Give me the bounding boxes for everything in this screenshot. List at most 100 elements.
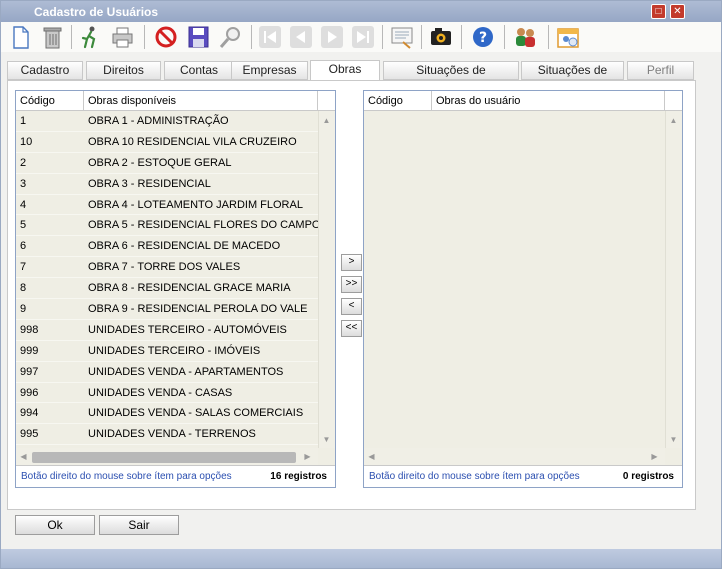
last-record-icon[interactable] xyxy=(349,24,377,50)
tab-empresas[interactable]: Empresas xyxy=(231,61,308,80)
previous-record-icon[interactable] xyxy=(287,24,315,50)
column-header-available-works[interactable]: Obras disponíveis xyxy=(84,91,318,111)
table-row[interactable]: 4 OBRA 4 - LOTEAMENTO JARDIM FLORAL xyxy=(16,195,318,216)
cell-work-name: OBRA 3 - RESIDENCIAL xyxy=(88,177,211,190)
table-row[interactable]: 998 UNIDADES TERCEIRO - AUTOMÓVEIS xyxy=(16,320,318,341)
svg-text:?: ? xyxy=(479,30,487,46)
save-icon[interactable] xyxy=(184,24,212,50)
user-works-grid: Código Obras do usuário ▲ ▼ ◀ ▶ Botão di… xyxy=(363,90,683,488)
horizontal-scrollbar[interactable]: ◀ ▶ xyxy=(364,448,665,465)
table-row[interactable]: 994 UNIDADES VENDA - SALAS COMERCIAIS xyxy=(16,403,318,425)
close-button[interactable]: ✕ xyxy=(670,4,685,19)
table-row[interactable]: 10 OBRA 10 RESIDENCIAL VILA CRUZEIRO xyxy=(16,132,318,153)
vertical-scrollbar[interactable]: ▲ ▼ xyxy=(665,111,682,448)
window-title: Cadastro de Usuários xyxy=(34,5,159,19)
cell-work-name: OBRA 9 - RESIDENCIAL PEROLA DO VALE xyxy=(88,303,308,316)
maximize-button[interactable]: □ xyxy=(651,4,666,19)
grid-header: Código Obras do usuário xyxy=(364,91,682,111)
grid-header: Código Obras disponíveis xyxy=(16,91,335,111)
calendar-user-icon[interactable] xyxy=(554,24,582,50)
scroll-right-icon[interactable]: ▶ xyxy=(300,449,315,464)
cell-work-name: UNIDADES VENDA - SALAS COMERCIAIS xyxy=(88,407,304,420)
cell-code: 996 xyxy=(20,386,39,399)
column-header-user-works[interactable]: Obras do usuário xyxy=(432,91,665,111)
run-icon[interactable] xyxy=(76,24,104,50)
cell-code: 7 xyxy=(20,261,27,274)
status-bar xyxy=(1,549,721,568)
record-count: 16 registros xyxy=(270,471,327,482)
vertical-scrollbar[interactable]: ▲ ▼ xyxy=(318,111,335,448)
trash-icon[interactable] xyxy=(38,24,66,50)
users-icon[interactable] xyxy=(511,24,539,50)
table-row[interactable]: 7 OBRA 7 - TORRE DOS VALES xyxy=(16,257,318,279)
table-row[interactable]: 2 OBRA 2 - ESTOQUE GERAL xyxy=(16,153,318,174)
horizontal-scrollbar[interactable]: ◀ ▶ xyxy=(16,448,318,465)
scrollbar-thumb[interactable] xyxy=(32,452,296,463)
cell-code: 10 xyxy=(20,135,33,148)
table-row[interactable]: 6 OBRA 6 - RESIDENCIAL DE MACEDO xyxy=(16,236,318,258)
grid-footer: Botão direito do mouse sobre ítem para o… xyxy=(16,465,335,487)
grid-footer: Botão direito do mouse sobre ítem para o… xyxy=(364,465,682,487)
table-row[interactable]: 5 OBRA 5 - RESIDENCIAL FLORES DO CAMPO xyxy=(16,215,318,237)
tab-cadastro[interactable]: Cadastro xyxy=(7,61,83,80)
tab-obras[interactable]: Obras xyxy=(310,60,380,81)
cell-work-name: UNIDADES TERCEIRO - IMÓVEIS xyxy=(88,344,261,357)
add-all-button[interactable]: >> xyxy=(341,276,362,293)
cancel-icon[interactable] xyxy=(152,24,180,50)
column-header-code[interactable]: Código xyxy=(364,91,432,111)
cell-work-name: OBRA 1 - ADMINISTRAÇÃO xyxy=(88,115,229,127)
cell-work-name: UNIDADES VENDA - APARTAMENTOS xyxy=(88,365,284,378)
new-document-icon[interactable] xyxy=(6,24,34,50)
cell-work-name: OBRA 4 - LOTEAMENTO JARDIM FLORAL xyxy=(88,198,303,211)
tab-perfil[interactable]: Perfil xyxy=(627,61,694,80)
table-row[interactable]: 9 OBRA 9 - RESIDENCIAL PEROLA DO VALE xyxy=(16,299,318,320)
cell-work-name: UNIDADES TERCEIRO - AUTOMÓVEIS xyxy=(88,323,287,336)
table-row[interactable]: 8 OBRA 8 - RESIDENCIAL GRACE MARIA xyxy=(16,278,318,300)
tab-contas[interactable]: Contas xyxy=(164,61,234,80)
add-selected-button[interactable]: > xyxy=(341,254,362,271)
cell-work-name: OBRA 8 - RESIDENCIAL GRACE MARIA xyxy=(88,282,291,295)
cell-code: 995 xyxy=(20,428,39,441)
cell-code: 999 xyxy=(20,344,39,357)
scroll-left-icon[interactable]: ◀ xyxy=(364,449,379,464)
remove-all-button[interactable]: << xyxy=(341,320,362,337)
available-works-list: 1 OBRA 1 - ADMINISTRAÇÃO 10 OBRA 10 RESIDEN… xyxy=(16,111,318,446)
tab-direitos[interactable]: Direitos xyxy=(86,61,161,80)
record-count: 0 registros xyxy=(622,471,674,482)
next-record-icon[interactable] xyxy=(318,24,346,50)
column-header-code[interactable]: Código xyxy=(16,91,84,111)
cell-work-name: OBRA 10 RESIDENCIAL VILA CRUZEIRO xyxy=(88,135,297,148)
search-icon[interactable] xyxy=(216,24,244,50)
print-icon[interactable] xyxy=(108,24,136,50)
camera-icon[interactable] xyxy=(427,24,455,50)
first-record-icon[interactable] xyxy=(256,24,284,50)
scroll-down-icon[interactable]: ▼ xyxy=(666,432,681,447)
remove-selected-button[interactable]: < xyxy=(341,298,362,315)
cell-code: 8 xyxy=(20,282,27,295)
tab-situacoes-venda[interactable]: Situações de venda xyxy=(521,61,624,94)
table-row[interactable]: 999 UNIDADES TERCEIRO - IMÓVEIS xyxy=(16,341,318,362)
scroll-up-icon[interactable]: ▲ xyxy=(319,113,334,128)
user-registration-window: Cadastro de Usuários □ ✕ ? Cadastro Dire… xyxy=(0,0,722,569)
help-icon[interactable]: ? xyxy=(469,24,497,50)
table-row[interactable]: 997 UNIDADES VENDA - APARTAMENTOS xyxy=(16,362,318,383)
cell-work-name: OBRA 2 - ESTOQUE GERAL xyxy=(88,156,232,169)
table-row[interactable]: 995 UNIDADES VENDA - TERRENOS xyxy=(16,424,318,446)
table-row[interactable]: 996 UNIDADES VENDA - CASAS xyxy=(16,383,318,404)
scroll-left-icon[interactable]: ◀ xyxy=(16,449,31,464)
grid-hint: Botão direito do mouse sobre ítem para o… xyxy=(369,471,580,482)
title-bar[interactable]: Cadastro de Usuários □ ✕ xyxy=(1,1,721,22)
table-row[interactable]: 1 OBRA 1 - ADMINISTRAÇÃO xyxy=(16,111,318,132)
exit-button[interactable]: Sair xyxy=(99,515,179,535)
scroll-up-icon[interactable]: ▲ xyxy=(666,113,681,128)
tab-bar: Cadastro Direitos Contas Empresas Obras … xyxy=(7,60,717,94)
ok-button[interactable]: Ok xyxy=(15,515,95,535)
tab-situacoes-atendimento[interactable]: Situações de atendimento xyxy=(383,61,519,94)
scroll-down-icon[interactable]: ▼ xyxy=(319,432,334,447)
cell-code: 1 xyxy=(20,115,27,127)
table-row[interactable]: 3 OBRA 3 - RESIDENCIAL xyxy=(16,174,318,195)
scroll-right-icon[interactable]: ▶ xyxy=(647,449,662,464)
available-works-grid: Código Obras disponíveis 1 OBRA 1 - ADMIN… xyxy=(15,90,336,488)
notes-icon[interactable] xyxy=(388,24,416,50)
cell-code: 4 xyxy=(20,198,27,211)
